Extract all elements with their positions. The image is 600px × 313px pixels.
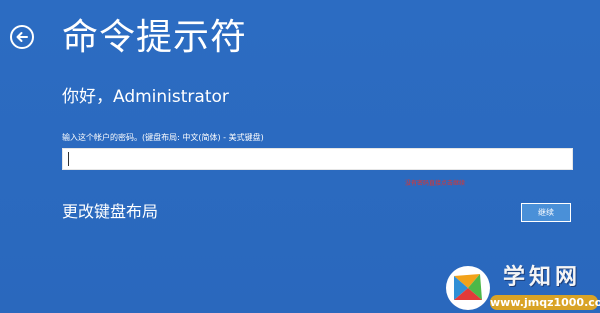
back-arrow-icon [16, 32, 28, 42]
annotation-note: 没有密码直接点击继续 [405, 180, 466, 187]
password-input[interactable] [62, 148, 573, 170]
text-caret [68, 152, 69, 166]
continue-button[interactable]: 继续 [521, 203, 571, 222]
page-title: 命令提示符 [62, 17, 248, 58]
watermark-logo-icon [446, 266, 490, 310]
watermark-domain: www.jmqz1000.com [490, 295, 600, 310]
back-button[interactable] [10, 25, 34, 49]
account-greeting: 你好，Administrator [62, 87, 229, 107]
watermark-title: 学知网 [502, 265, 581, 290]
change-keyboard-layout-link[interactable]: 更改键盘布局 [62, 201, 158, 223]
site-watermark: 学知网 www.jmqz1000.com [446, 262, 600, 313]
password-hint-label: 输入这个帐户的密码。(键盘布局: 中文(简体) - 美式键盘) [62, 133, 264, 142]
recovery-screen: 命令提示符 你好，Administrator 输入这个帐户的密码。(键盘布局: … [0, 0, 600, 313]
